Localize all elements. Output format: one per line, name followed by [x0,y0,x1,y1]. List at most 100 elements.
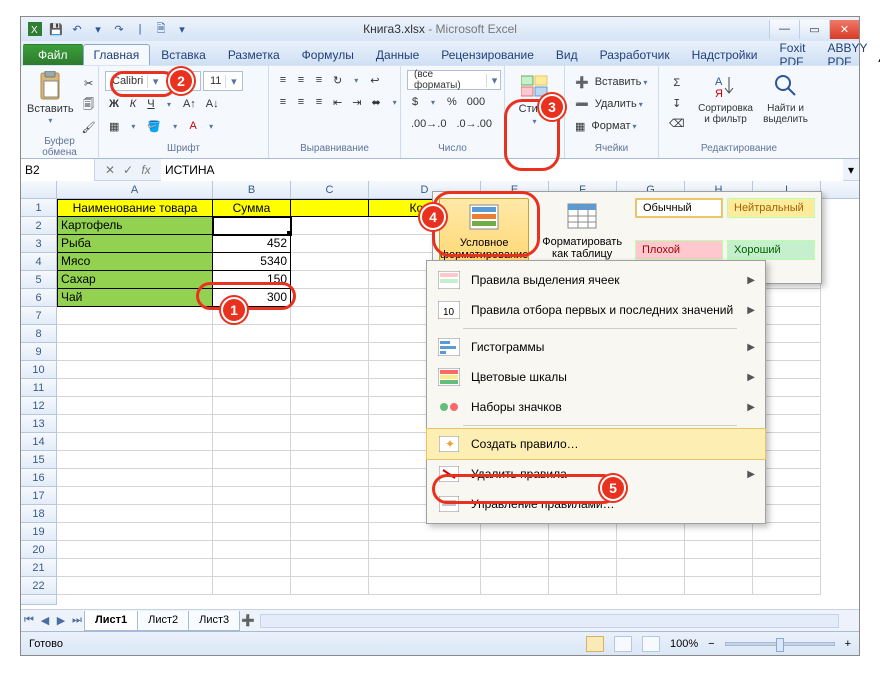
view-normal-icon[interactable] [586,636,604,652]
row-header[interactable]: 11 [21,379,57,397]
enter-formula-icon[interactable]: ✓ [121,163,135,177]
cell[interactable] [57,451,213,469]
style-good[interactable]: Хороший [727,240,815,260]
cell[interactable] [291,487,369,505]
percent-icon[interactable]: % [443,93,461,111]
tab-layout[interactable]: Разметка [217,44,291,66]
cell[interactable] [291,397,369,415]
name-box[interactable] [21,159,95,181]
row-header[interactable]: 21 [21,559,57,577]
cell[interactable] [291,271,369,289]
cell[interactable] [369,577,481,595]
tab-review[interactable]: Рецензирование [430,44,545,66]
printpreview-icon[interactable]: 🗎 [153,21,169,37]
cell[interactable] [57,487,213,505]
cell[interactable] [57,577,213,595]
undo-icon[interactable]: ↶ [69,21,85,37]
cell[interactable] [291,361,369,379]
tab-foxit[interactable]: Foxit PDF [768,44,816,66]
cell[interactable] [753,541,821,559]
align-left-icon[interactable]: ≡ [275,93,291,111]
cell[interactable] [291,433,369,451]
row-header[interactable]: 14 [21,433,57,451]
cell[interactable]: Чай [57,289,213,307]
underline-drop-icon[interactable]: ▾ [161,95,177,113]
cell[interactable] [549,577,617,595]
delete-cells-button[interactable]: ➖Удалить▾ [571,95,643,113]
cell[interactable] [291,253,369,271]
cell[interactable]: Сумма [213,199,291,217]
tab-data[interactable]: Данные [365,44,430,66]
zoom-out-button[interactable]: − [708,638,714,650]
cell[interactable] [291,505,369,523]
qat-custom-icon[interactable]: ▾ [174,21,190,37]
zoom-slider[interactable] [725,642,835,646]
cell[interactable] [291,469,369,487]
cell[interactable]: 5340 [213,253,291,271]
cell[interactable] [685,541,753,559]
insert-cells-button[interactable]: ➕Вставить▾ [571,73,647,91]
cell[interactable] [57,325,213,343]
cell[interactable] [213,325,291,343]
row-header[interactable]: 20 [21,541,57,559]
menu-top-rules[interactable]: 10 Правила отбора первых и последних зна… [427,295,765,325]
cell[interactable] [617,559,685,577]
cell[interactable] [213,523,291,541]
row-header[interactable]: 2 [21,217,57,235]
fx-icon[interactable]: fx [139,163,153,177]
cell[interactable] [213,415,291,433]
border-icon[interactable]: ▦ [105,117,123,135]
number-format-combo[interactable]: (все форматы)▾ [407,70,501,90]
shrink-font-icon[interactable]: A↓ [202,95,223,113]
cell[interactable] [213,541,291,559]
col-header[interactable]: A [57,181,213,198]
cell[interactable] [291,343,369,361]
cell[interactable] [291,559,369,577]
cell[interactable] [753,523,821,541]
sheet-nav-last-icon[interactable]: ⏭ [69,612,85,630]
sheet-nav-first-icon[interactable]: ⏮ [21,612,37,630]
cell[interactable] [549,523,617,541]
cell[interactable] [213,343,291,361]
menu-new-rule[interactable]: ✦ Создать правило… [427,429,765,459]
cell[interactable] [57,379,213,397]
cell[interactable] [213,487,291,505]
cell[interactable] [685,559,753,577]
name-box-input[interactable] [21,163,94,177]
cell[interactable]: Рыба [57,235,213,253]
sheet-tab[interactable]: Лист2 [137,611,189,631]
tab-abbyy[interactable]: ABBYY PDF [816,44,878,66]
cell[interactable] [57,559,213,577]
cell[interactable]: Наименование товара [57,199,213,217]
tab-developer[interactable]: Разработчик [589,44,681,66]
cell[interactable] [57,469,213,487]
cell[interactable]: Мясо [57,253,213,271]
clear-icon[interactable]: ⌫ [665,114,689,132]
maximize-button[interactable]: ▭ [799,20,829,39]
cell[interactable] [481,523,549,541]
cell[interactable] [213,577,291,595]
row-header[interactable]: 18 [21,505,57,523]
select-all-corner[interactable] [21,181,57,198]
cell[interactable] [57,397,213,415]
cell[interactable] [291,415,369,433]
cell[interactable] [369,541,481,559]
tab-addins[interactable]: Надстройки [681,44,769,66]
align-center-icon[interactable]: ≡ [293,93,309,111]
font-size-combo[interactable]: 11▾ [203,71,243,91]
cell[interactable] [549,559,617,577]
cut-icon[interactable]: ✂ [78,74,100,92]
cell[interactable] [481,577,549,595]
formula-expand-icon[interactable]: ▾ [843,163,859,177]
comma-icon[interactable]: 000 [463,93,489,111]
row-header[interactable]: 16 [21,469,57,487]
wrap-icon[interactable]: ↩ [366,71,383,89]
tab-file[interactable]: Файл [23,44,83,66]
row-header[interactable]: 3 [21,235,57,253]
grow-font-icon[interactable]: A↑ [179,95,200,113]
row-header[interactable]: 10 [21,361,57,379]
cell[interactable] [213,361,291,379]
cell[interactable] [291,199,369,217]
cell[interactable] [291,541,369,559]
fill-down-icon[interactable]: ↧ [665,94,689,112]
